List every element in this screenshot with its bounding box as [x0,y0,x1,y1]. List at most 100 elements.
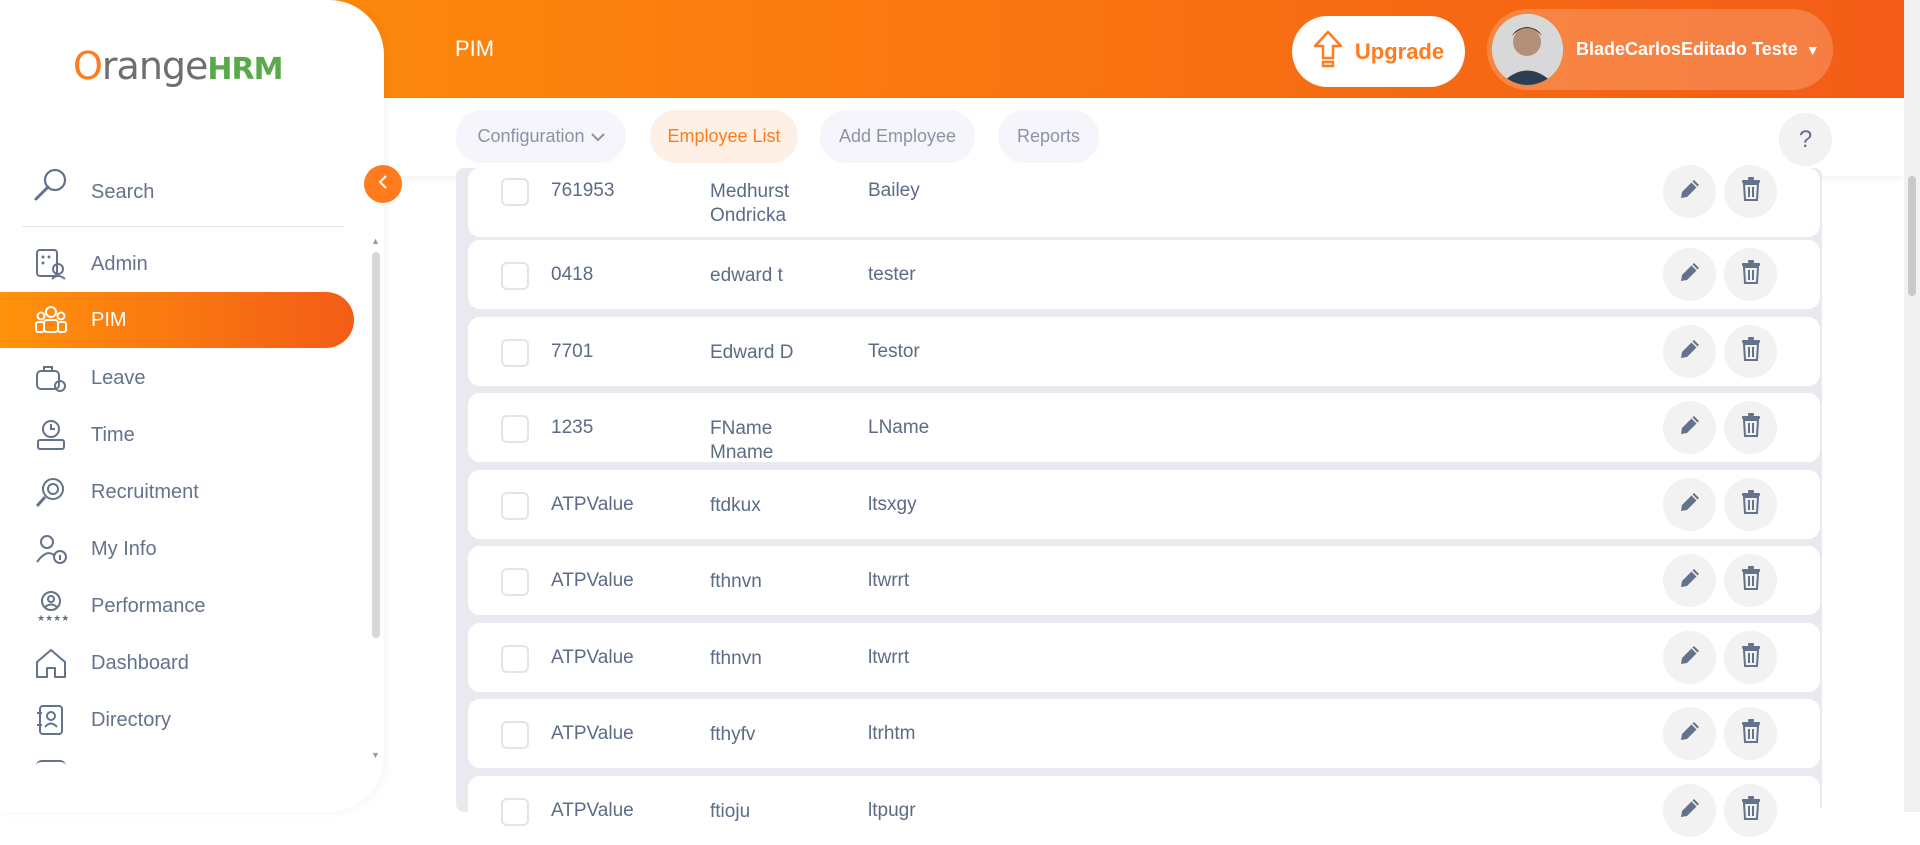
pencil-icon [1677,795,1703,826]
sidebar: OrangeHRM Search Admin PIM Leave Time Recrui… [0,0,384,812]
table-row[interactable]: ATPValue fthnvn ltwrrt [468,546,1820,615]
page-scrollbar-thumb[interactable] [1908,176,1916,296]
pencil-icon [1677,718,1703,749]
row-checkbox[interactable] [501,721,529,749]
employee-last-name: Testor [868,341,920,362]
sidebar-scrollbar[interactable] [372,252,380,638]
orangehrm-logo: OrangeHRM [73,44,283,88]
employee-last-name: ltrhtm [868,723,916,744]
employee-last-name: tester [868,264,916,285]
edit-button[interactable] [1663,401,1716,454]
employee-last-name: ltwrrt [868,647,910,668]
pim-icon [33,302,69,338]
edit-button[interactable] [1663,165,1716,218]
avatar [1492,14,1563,85]
divider [22,226,344,227]
employee-first-middle-name: ftdkux [710,495,761,516]
delete-button[interactable] [1724,554,1777,607]
employee-first-middle-name: FName Mname [710,418,774,463]
row-checkbox[interactable] [501,262,529,290]
tab-employee-list-label: Employee List [667,126,781,146]
table-row[interactable]: ATPValue fthnvn ltwrrt [468,623,1820,692]
table-row[interactable]: 761953 Medhurst Ondricka Bailey [468,165,1820,237]
employee-first-middle-name: fthnvn [710,648,762,669]
tab-add-employee[interactable]: Add Employee [820,110,975,163]
page-scrollbar[interactable] [1904,0,1920,812]
tab-configuration[interactable]: Configuration [456,110,626,163]
row-checkbox[interactable] [501,492,529,520]
sidebar-item-label: Leave [91,366,146,389]
delete-button[interactable] [1724,478,1777,531]
table-row[interactable]: 7701 Edward D Testor [468,317,1820,386]
delete-button[interactable] [1724,325,1777,378]
employee-first-middle-name: ftioju [710,801,751,822]
scroll-down-icon[interactable]: ▼ [371,750,380,760]
delete-button[interactable] [1724,248,1777,301]
tab-reports[interactable]: Reports [998,110,1099,163]
sidebar-item-label: PIM [91,308,127,331]
help-button[interactable]: ? [1779,113,1832,166]
caret-down-icon: ▼ [1805,41,1820,58]
edit-button[interactable] [1663,478,1716,531]
sidebar-item-admin[interactable]: Admin [0,236,354,292]
delete-button[interactable] [1724,165,1777,218]
sidebar-item-directory[interactable]: Directory [0,692,354,748]
table-row[interactable]: ATPValue ftdkux ltsxgy [468,470,1820,539]
row-checkbox[interactable] [501,568,529,596]
collapse-sidebar-button[interactable] [364,165,402,203]
employee-id: ATPValue [551,647,634,668]
row-checkbox[interactable] [501,339,529,367]
trash-icon [1739,489,1763,520]
my-info-icon [33,531,69,567]
employee-id: ATPValue [551,723,634,744]
sidebar-item-dashboard[interactable]: Dashboard [0,635,354,691]
employee-first-middle-name: edward t [710,265,783,286]
row-checkbox[interactable] [501,798,529,826]
user-menu[interactable]: BladeCarlosEditado Teste ▼ [1487,9,1833,90]
trash-icon [1739,176,1763,207]
sidebar-search[interactable]: Search [33,167,343,217]
employee-last-name: ltsxgy [868,494,917,515]
edit-button[interactable] [1663,554,1716,607]
delete-button[interactable] [1724,631,1777,684]
table-row[interactable]: ATPValue fthyfv ltrhtm [468,699,1820,768]
admin-icon [33,246,69,282]
delete-button[interactable] [1724,707,1777,760]
employee-first-middle-name: fthyfv [710,724,756,745]
edit-button[interactable] [1663,707,1716,760]
row-checkbox[interactable] [501,178,529,206]
edit-button[interactable] [1663,631,1716,684]
sidebar-item-time[interactable]: Time [0,407,354,463]
edit-button[interactable] [1663,248,1716,301]
edit-button[interactable] [1663,325,1716,378]
sidebar-item-recruitment[interactable]: Recruitment [0,464,354,520]
row-checkbox[interactable] [501,645,529,673]
scroll-up-icon[interactable]: ▲ [371,236,380,246]
pencil-icon [1677,336,1703,367]
tab-employee-list[interactable]: Employee List [650,110,798,163]
tab-configuration-label: Configuration [477,126,585,146]
time-icon [33,417,69,453]
upgrade-button[interactable]: Upgrade [1292,16,1465,87]
tab-add-employee-label: Add Employee [838,126,957,146]
delete-button[interactable] [1724,401,1777,454]
edit-button[interactable] [1663,784,1716,837]
sidebar-item-my-info[interactable]: My Info [0,521,354,577]
employee-first-middle-name: Edward D [710,342,794,363]
table-row[interactable]: 1235 FName Mname LName [468,393,1820,463]
employee-id: 0418 [551,264,594,285]
employee-last-name: Bailey [868,180,920,201]
sidebar-item-performance[interactable]: ★★★★ Performance [0,578,354,634]
employee-id: 7701 [551,341,594,362]
employee-id: 761953 [551,180,615,201]
pencil-icon [1677,565,1703,596]
table-row[interactable]: 0418 edward t tester [468,240,1820,309]
delete-button[interactable] [1724,784,1777,837]
table-row[interactable]: ATPValue ftioju ltpugr [468,776,1820,845]
chevron-left-icon [377,174,389,195]
sidebar-item-pim[interactable]: PIM [0,292,354,348]
trash-icon [1739,259,1763,290]
row-checkbox[interactable] [501,415,529,443]
sidebar-item-leave[interactable]: Leave [0,350,354,406]
user-name: BladeCarlosEditado Teste [1576,39,1798,59]
